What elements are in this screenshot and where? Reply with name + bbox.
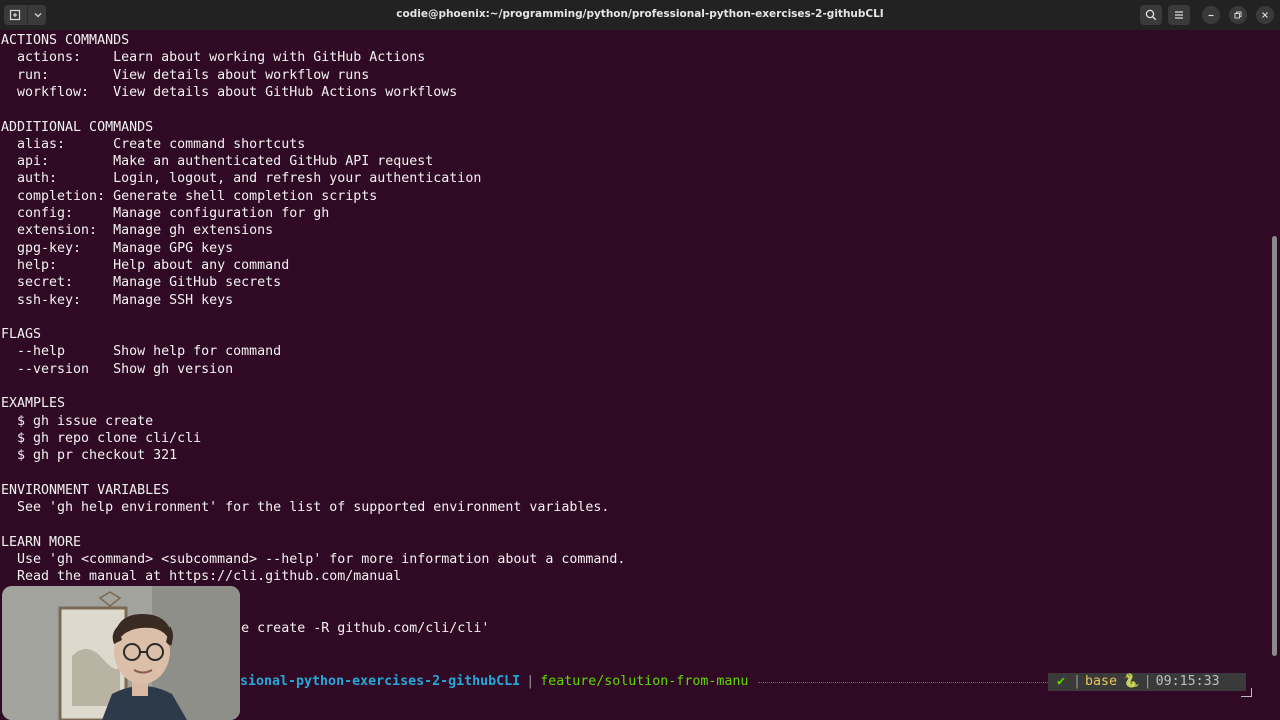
prompt-left-segment: sional-python-exercises-2-githubCLI | fe… [240, 673, 748, 691]
terminal-cursor [1241, 688, 1252, 697]
webcam-overlay [2, 586, 240, 720]
scrollbar-thumb[interactable] [1272, 236, 1277, 656]
hamburger-menu-icon [1175, 11, 1183, 19]
prompt-separator: | [1143, 674, 1152, 689]
terminal-line: help: Help about any command [1, 257, 290, 273]
close-icon [1262, 12, 1268, 18]
minimize-button[interactable] [1202, 6, 1220, 24]
terminal-line: --version Show gh version [1, 361, 234, 377]
terminal-line: LEARN MORE [1, 534, 82, 550]
terminal-window: codie@phoenix:~/programming/python/profe… [0, 0, 1280, 720]
git-branch: feature/solution-from-manu [540, 674, 749, 689]
terminal-line: ACTIONS COMMANDS [1, 33, 130, 48]
prompt-separator: | [526, 674, 535, 689]
terminal-line: ssh-key: Manage SSH keys [1, 292, 234, 308]
terminal-line: secret: Manage GitHub secrets [1, 275, 282, 291]
terminal-line: ADDITIONAL COMMANDS [1, 119, 154, 135]
checkmark-icon: ✔ [1057, 674, 1066, 689]
python-snake-icon: 🐍 [1123, 674, 1140, 689]
prompt-right-segment: ✔ | base 🐍 | 09:15:33 [1048, 673, 1246, 691]
terminal-line: Use 'gh <command> <subcommand> --help' f… [1, 552, 626, 567]
terminal-line: gpg-key: Manage GPG keys [1, 240, 234, 256]
terminal-line: run: View details about workflow runs [1, 67, 370, 83]
terminal-line: --help Show help for command [1, 344, 282, 360]
terminal-line: See 'gh help environment' for the list o… [1, 500, 610, 516]
search-button[interactable] [1140, 5, 1162, 25]
terminal-line: extension: Manage gh extensions [1, 223, 274, 239]
terminal-line: api: Make an authenticated GitHub API re… [1, 154, 434, 170]
hamburger-menu-button[interactable] [1168, 5, 1190, 25]
terminal-line: Read the manual at https://cli.github.co… [1, 569, 402, 585]
terminal-line: EXAMPLES [1, 396, 66, 412]
terminal-line: workflow: View details about GitHub Acti… [1, 84, 458, 100]
terminal-line: $ gh issue create [1, 413, 154, 429]
prompt-time: 09:15:33 [1155, 674, 1220, 689]
terminal-line: alias: Create command shortcuts [1, 136, 306, 152]
terminal-line: $ gh repo clone cli/cli [1, 430, 202, 446]
terminal-line: $ gh pr checkout 321 [1, 448, 178, 464]
conda-env-name: base [1085, 674, 1118, 689]
maximize-button[interactable] [1229, 6, 1247, 24]
terminal-line: auth: Login, logout, and refresh your au… [1, 171, 482, 187]
terminal-line: actions: Learn about working with GitHub… [1, 50, 426, 66]
window-title: codie@phoenix:~/programming/python/profe… [396, 8, 884, 20]
webcam-presenter-image [2, 586, 240, 720]
minimize-icon [1208, 14, 1214, 17]
terminal-line: completion: Generate shell completion sc… [1, 188, 378, 204]
terminal-line: config: Manage configuration for gh [1, 206, 330, 221]
search-icon [1145, 9, 1157, 21]
prompt-filler [758, 682, 1048, 683]
maximize-icon [1234, 11, 1242, 19]
title-bar: codie@phoenix:~/programming/python/profe… [0, 0, 1280, 30]
terminal-line: FLAGS [1, 327, 42, 343]
close-button[interactable] [1256, 6, 1274, 24]
prompt-separator: | [1073, 674, 1082, 689]
prompt-path: sional-python-exercises-2-githubCLI [240, 674, 521, 689]
terminal-line: ENVIRONMENT VARIABLES [1, 482, 170, 498]
